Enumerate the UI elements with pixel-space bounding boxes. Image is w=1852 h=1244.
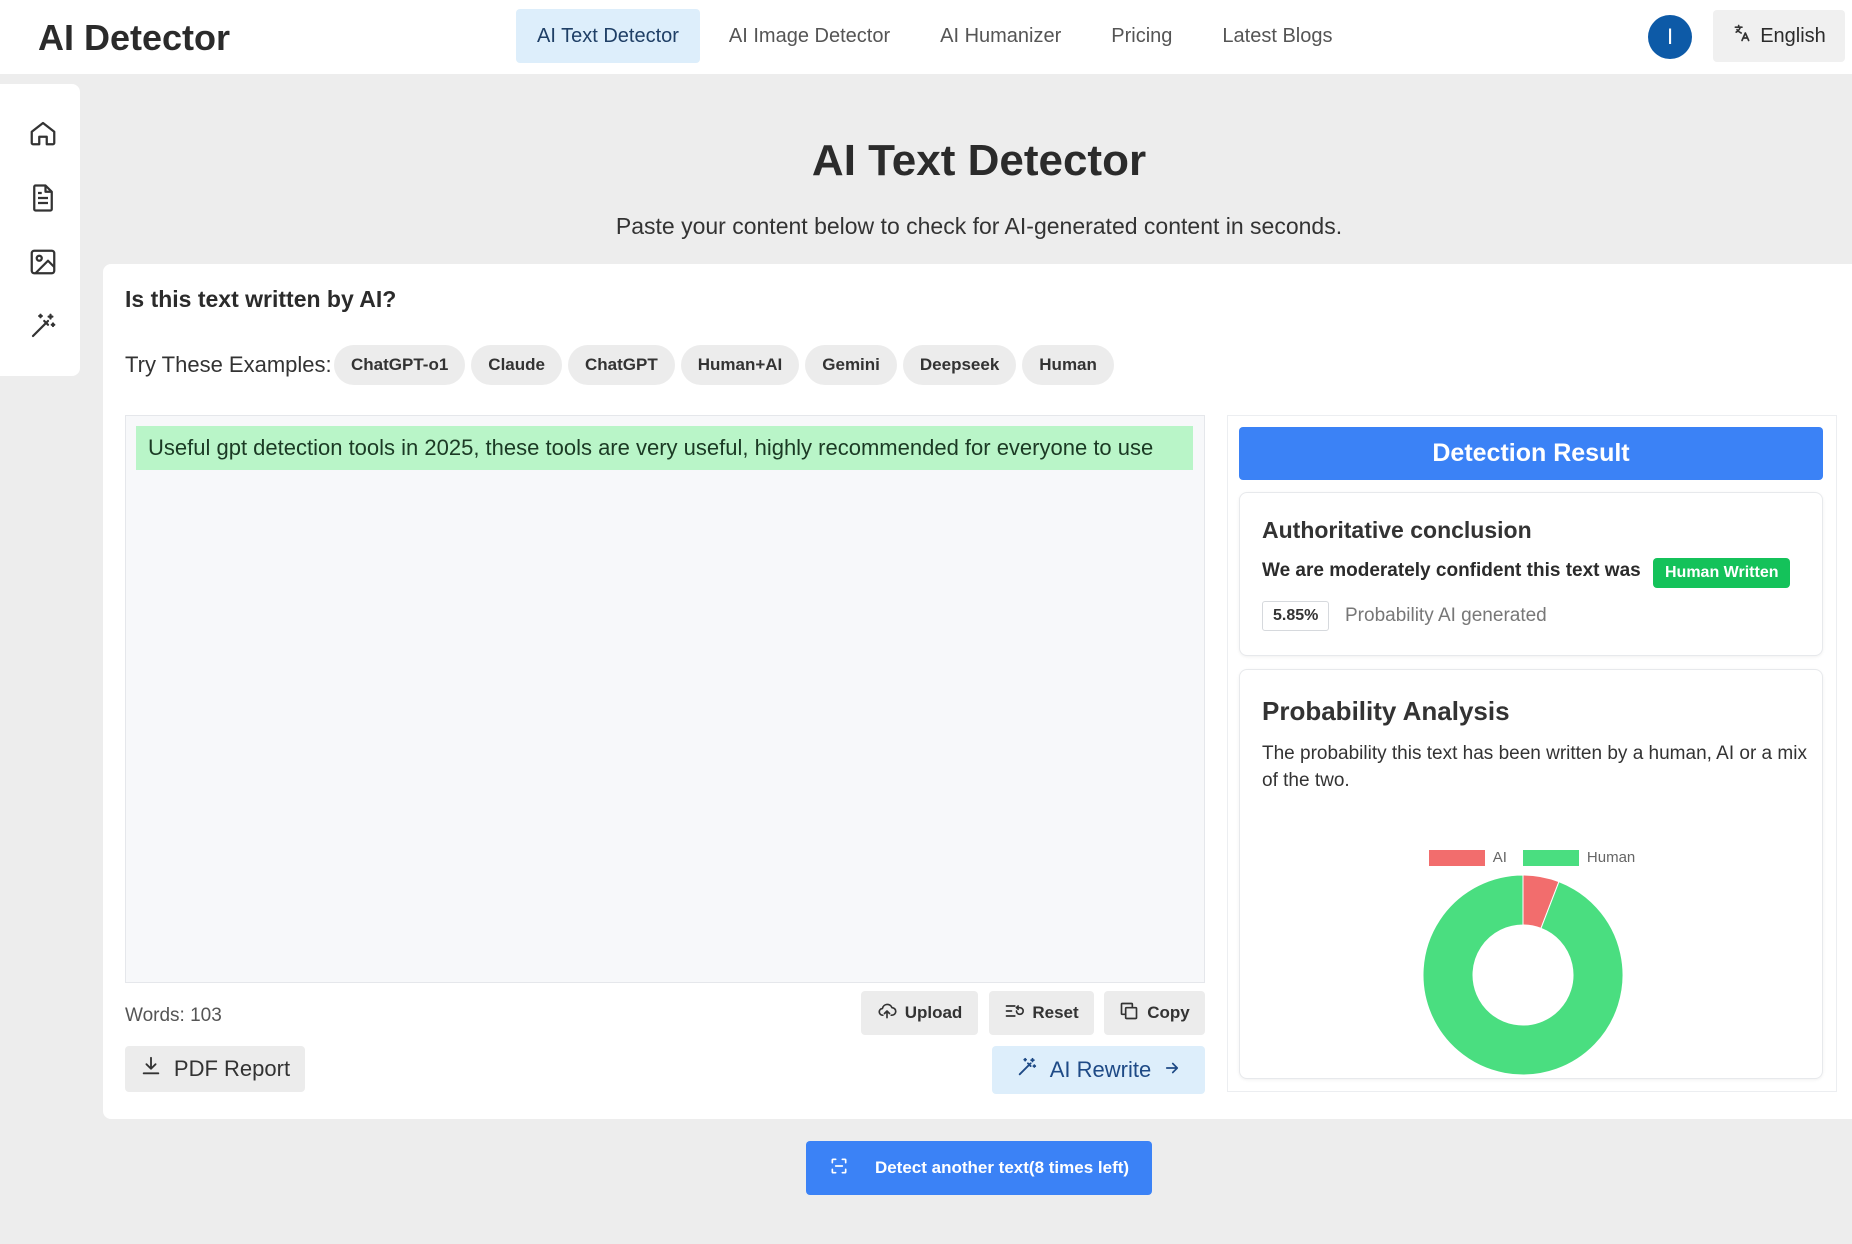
- pdf-report-button[interactable]: PDF Report: [125, 1046, 305, 1092]
- upload-label: Upload: [904, 1003, 963, 1022]
- conclusion-title: Authoritative conclusion: [1262, 517, 1532, 543]
- upload-cloud-icon: [877, 1001, 897, 1026]
- upload-button[interactable]: Upload: [861, 991, 978, 1035]
- reset-button[interactable]: Reset: [989, 991, 1094, 1035]
- probability-analysis-desc: The probability this text has been writt…: [1262, 743, 1807, 791]
- legend-label-ai: AI: [1492, 849, 1507, 866]
- copy-label: Copy: [1147, 1003, 1190, 1022]
- detection-result-panel: Detection Result Authoritative conclusio…: [1227, 415, 1837, 1092]
- nav-ai-image-detector[interactable]: AI Image Detector: [708, 9, 911, 63]
- download-icon: [140, 1055, 162, 1083]
- copy-button[interactable]: Copy: [1104, 991, 1205, 1035]
- detector-card: Is this text written by AI? Try These Ex…: [103, 264, 1852, 1119]
- example-chip-chatgpt-o1[interactable]: ChatGPT-o1: [334, 345, 466, 385]
- reset-label: Reset: [1032, 1003, 1079, 1022]
- reset-icon: [1004, 1001, 1025, 1026]
- detect-another-button[interactable]: Detect another text(8 times left): [806, 1141, 1152, 1195]
- scan-icon: [829, 1156, 849, 1181]
- detect-another-label: Detect another text(8 times left): [874, 1158, 1130, 1177]
- page-title: AI Text Detector: [811, 136, 1147, 185]
- conclusion-box: Authoritative conclusion We are moderate…: [1239, 492, 1823, 656]
- chart-legend: AI Human: [1240, 849, 1824, 866]
- copy-icon: [1119, 1001, 1139, 1026]
- legend-swatch-ai: [1428, 849, 1485, 866]
- language-button[interactable]: English: [1713, 10, 1845, 62]
- example-chip-human[interactable]: Human: [1022, 345, 1114, 385]
- probability-analysis-title: Probability Analysis: [1262, 696, 1510, 726]
- ai-probability-value: 5.85%: [1262, 601, 1330, 631]
- nav-latest-blogs[interactable]: Latest Blogs: [1201, 9, 1353, 63]
- text-editor[interactable]: Useful gpt detection tools in 2025, thes…: [125, 415, 1205, 983]
- ai-rewrite-button[interactable]: AI Rewrite: [992, 1046, 1205, 1094]
- translate-icon: [1732, 23, 1752, 49]
- question-title: Is this text written by AI?: [125, 286, 397, 312]
- language-label: English: [1760, 24, 1826, 47]
- arrow-right-icon: [1163, 1057, 1181, 1083]
- detection-result-header: Detection Result: [1239, 427, 1823, 480]
- probability-analysis-box: Probability Analysis The probability thi…: [1239, 669, 1823, 1079]
- page-subtitle: Paste your content below to check for AI…: [615, 213, 1343, 239]
- top-bar: AI Detector AI Text Detector AI Image De…: [0, 0, 1852, 74]
- ai-probability-label: Probability AI generated: [1345, 605, 1547, 626]
- example-chip-gemini[interactable]: Gemini: [805, 345, 897, 385]
- magic-wand-icon[interactable]: [24, 307, 62, 345]
- verdict-badge: Human Written: [1653, 558, 1791, 588]
- example-chip-chatgpt[interactable]: ChatGPT: [567, 345, 675, 385]
- pdf-report-label: PDF Report: [173, 1056, 291, 1081]
- user-avatar[interactable]: I: [1648, 15, 1692, 59]
- word-count: Words: 103: [125, 1005, 222, 1026]
- example-chip-claude[interactable]: Claude: [471, 345, 562, 385]
- image-icon[interactable]: [24, 243, 62, 281]
- legend-item-ai[interactable]: AI: [1428, 849, 1507, 866]
- example-chip-deepseek[interactable]: Deepseek: [902, 345, 1017, 385]
- example-chips: ChatGPT-o1 Claude ChatGPT Human+AI Gemin…: [334, 345, 1114, 385]
- magic-wand-icon: [1016, 1056, 1038, 1084]
- legend-swatch-human: [1522, 849, 1579, 866]
- donut-slice-human[interactable]: [1423, 875, 1623, 1075]
- conclusion-text: We are moderately confident this text wa…: [1262, 560, 1641, 581]
- app-logo[interactable]: AI Detector: [38, 17, 230, 59]
- legend-item-human[interactable]: Human: [1522, 849, 1636, 866]
- examples-label: Try These Examples:: [125, 352, 332, 377]
- nav-ai-humanizer[interactable]: AI Humanizer: [919, 9, 1082, 63]
- probability-donut-chart: [1423, 875, 1623, 1075]
- legend-label-human: Human: [1586, 849, 1636, 866]
- highlighted-sentence: Useful gpt detection tools in 2025, thes…: [136, 426, 1193, 470]
- ai-rewrite-label: AI Rewrite: [1049, 1057, 1152, 1082]
- main-nav: AI Text Detector AI Image Detector AI Hu…: [516, 9, 1353, 63]
- example-chip-human-ai[interactable]: Human+AI: [680, 345, 800, 385]
- nav-pricing[interactable]: Pricing: [1090, 9, 1193, 63]
- nav-ai-text-detector[interactable]: AI Text Detector: [516, 9, 700, 63]
